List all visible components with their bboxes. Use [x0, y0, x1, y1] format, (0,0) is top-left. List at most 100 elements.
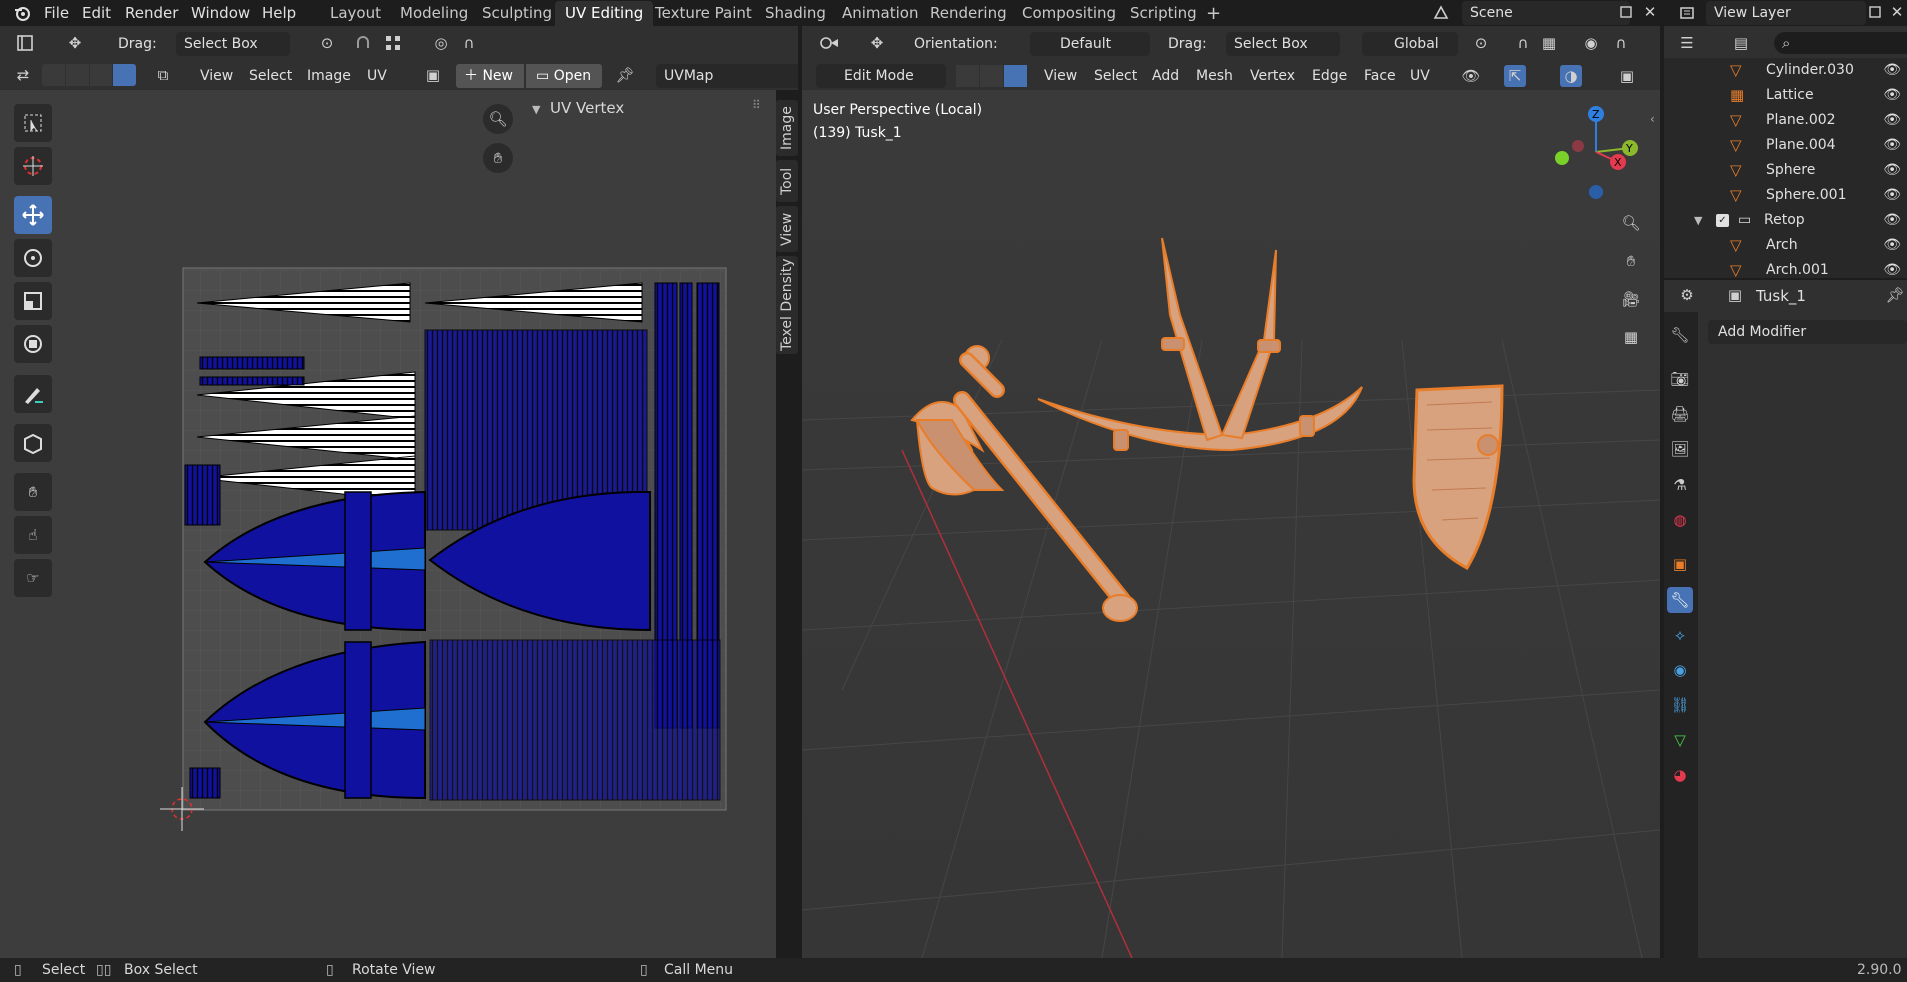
object-properties-icon[interactable]: ▣: [1667, 551, 1693, 577]
mode-select[interactable]: Edit Mode: [816, 64, 946, 88]
island-mode-icon[interactable]: [113, 64, 136, 86]
uv-menu-select[interactable]: Select: [249, 64, 292, 88]
visibility-eye-icon[interactable]: 👁︎: [1883, 208, 1901, 233]
snap-icon[interactable]: ∩: [1512, 32, 1534, 54]
move-icon[interactable]: ✥: [866, 32, 888, 54]
zoom-icon[interactable]: 🔍︎: [483, 104, 513, 134]
pinch-tool[interactable]: ☞︎: [14, 559, 52, 597]
tab-shading[interactable]: Shading: [755, 1, 836, 26]
collection-checkbox[interactable]: ✓: [1716, 214, 1729, 227]
particles-properties-icon[interactable]: ⟡: [1667, 622, 1693, 648]
vp-menu-face[interactable]: Face: [1364, 64, 1396, 88]
move-icon[interactable]: ✥: [64, 32, 86, 54]
close-icon[interactable]: ✕: [1886, 1, 1907, 23]
falloff-icon[interactable]: ∩: [458, 32, 480, 54]
outliner-row[interactable]: ▽ Plane.002 👁︎: [1664, 108, 1907, 133]
drag-handle-icon[interactable]: ⠿: [752, 98, 761, 112]
tab-sculpting[interactable]: Sculpting: [472, 1, 562, 26]
visibility-eye-icon[interactable]: 👁︎: [1883, 233, 1901, 258]
new-view-layer-icon[interactable]: [1864, 1, 1886, 23]
sync-selection-icon[interactable]: ⇄: [12, 64, 34, 86]
add-workspace-button[interactable]: +: [1196, 1, 1231, 26]
modifier-properties-icon[interactable]: 🔧︎: [1667, 587, 1693, 613]
vertex-mode-icon[interactable]: [42, 64, 65, 86]
pin-icon[interactable]: 📌︎: [614, 64, 636, 86]
world-properties-icon[interactable]: ◍: [1667, 507, 1693, 533]
tab-rendering[interactable]: Rendering: [920, 1, 1017, 26]
drag-select[interactable]: Select Box: [1226, 32, 1340, 56]
tab-compositing[interactable]: Compositing: [1012, 1, 1126, 26]
editor-type-icon[interactable]: ⚙︎: [1676, 284, 1698, 306]
annotate-tool[interactable]: [14, 375, 52, 413]
editor-type-icon[interactable]: ☰: [1676, 32, 1698, 54]
material-properties-icon[interactable]: ◕: [1667, 762, 1693, 788]
blender-logo-icon[interactable]: [11, 2, 33, 24]
face-select-icon[interactable]: [1004, 65, 1027, 87]
vp-menu-vertex[interactable]: Vertex: [1250, 64, 1295, 88]
visibility-eye-icon[interactable]: 👁︎: [1883, 183, 1901, 208]
tab-layout[interactable]: Layout: [320, 1, 391, 26]
display-mode-icon[interactable]: ▤: [1730, 32, 1752, 54]
vp-menu-select[interactable]: Select: [1094, 64, 1137, 88]
relax-tool[interactable]: ☝︎: [14, 516, 52, 554]
drag-select[interactable]: Select Box: [176, 32, 290, 56]
overlay-toggle-icon[interactable]: ◑: [1560, 65, 1582, 87]
proportional-edit-icon[interactable]: ◉: [1580, 32, 1602, 54]
menu-edit[interactable]: Edit: [82, 2, 111, 24]
zoom-icon[interactable]: 🔍︎: [1616, 208, 1646, 238]
add-modifier-button[interactable]: Add Modifier: [1708, 320, 1907, 344]
pan-hand-icon[interactable]: ✋︎: [483, 143, 513, 173]
tab-tool[interactable]: Tool: [776, 160, 798, 202]
visibility-eye-icon[interactable]: 👁︎: [1883, 58, 1901, 83]
image-browse-icon[interactable]: ▣: [422, 64, 444, 86]
xray-toggle-icon[interactable]: ▣: [1616, 65, 1638, 87]
outliner-row[interactable]: ▼ ✓ ▭ Retop 👁︎: [1664, 208, 1907, 233]
new-image-button[interactable]: ＋ New: [456, 64, 524, 88]
vp-menu-uv[interactable]: UV: [1410, 64, 1430, 88]
orientation-select[interactable]: Default: [1030, 32, 1150, 56]
vertex-select-icon[interactable]: [956, 65, 979, 87]
menu-help[interactable]: Help: [262, 2, 296, 24]
tab-modeling[interactable]: Modeling: [390, 1, 478, 26]
transform-tool[interactable]: [14, 325, 52, 363]
viewport-canvas[interactable]: [802, 90, 1660, 958]
grab-tool[interactable]: ✋︎: [14, 473, 52, 511]
sticky-select-icon[interactable]: ⧉: [152, 64, 174, 86]
outliner-row[interactable]: ▽ Sphere 👁︎: [1664, 158, 1907, 183]
pan-hand-icon[interactable]: ✋︎: [1616, 246, 1646, 276]
perspective-grid-icon[interactable]: ▦: [1616, 322, 1646, 352]
output-properties-icon[interactable]: 🖨︎: [1667, 401, 1693, 427]
pivot-icon[interactable]: ⊙: [316, 32, 338, 54]
tab-texel-density[interactable]: Texel Density: [776, 256, 798, 354]
outliner-row[interactable]: ▽ Arch 👁︎: [1664, 233, 1907, 258]
cursor-tool[interactable]: [14, 147, 52, 185]
snap-target-icon[interactable]: [382, 32, 404, 54]
tab-uv-editing[interactable]: UV Editing: [555, 1, 654, 26]
gizmo-toggle-icon[interactable]: ⇱: [1504, 65, 1526, 87]
scene-selector[interactable]: Scene: [1462, 1, 1630, 25]
view-layer-icon[interactable]: [1676, 2, 1698, 24]
rip-tool[interactable]: [14, 424, 52, 462]
vp-menu-edge[interactable]: Edge: [1312, 64, 1347, 88]
tab-animation[interactable]: Animation: [832, 1, 928, 26]
camera-icon[interactable]: 🎥︎: [1616, 284, 1646, 314]
outliner-row[interactable]: ▽ Sphere.001 👁︎: [1664, 183, 1907, 208]
outliner-search-input[interactable]: ⌕: [1774, 32, 1907, 54]
visibility-eye-icon[interactable]: 👁︎: [1883, 83, 1901, 108]
menu-render[interactable]: Render: [125, 2, 178, 24]
scene-properties-icon[interactable]: ⚗︎: [1667, 472, 1693, 498]
uv-menu-image[interactable]: Image: [307, 64, 351, 88]
editor-type-icon[interactable]: [818, 32, 840, 54]
view-layer-selector[interactable]: View Layer: [1706, 1, 1866, 25]
tab-texture-paint[interactable]: Texture Paint: [645, 1, 762, 26]
select-box-tool[interactable]: [14, 104, 52, 142]
outliner-row[interactable]: ▽ Plane.004 👁︎: [1664, 133, 1907, 158]
pin-icon[interactable]: 📌︎: [1884, 284, 1906, 306]
face-mode-icon[interactable]: [89, 64, 113, 86]
edge-select-icon[interactable]: [980, 65, 1003, 87]
tab-view[interactable]: View: [776, 206, 798, 252]
tab-scripting[interactable]: Scripting: [1120, 1, 1207, 26]
visibility-icon[interactable]: 👁︎: [1460, 65, 1482, 87]
move-tool[interactable]: [14, 196, 52, 234]
pivot-icon[interactable]: ⊙: [1470, 32, 1492, 54]
